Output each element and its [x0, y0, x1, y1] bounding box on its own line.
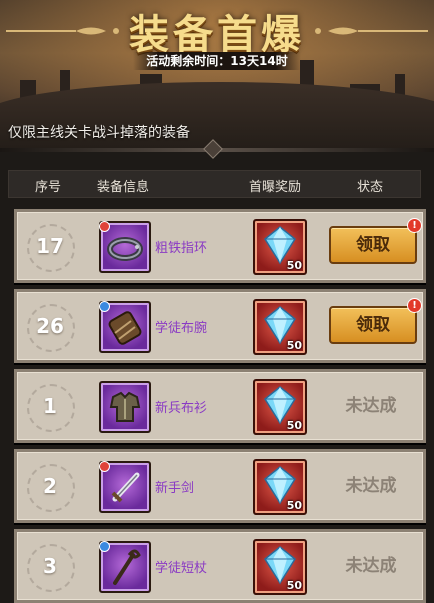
reward-count: 50 [286, 419, 302, 432]
reward-count: 50 [286, 259, 302, 272]
reward-slot[interactable]: 50 [253, 459, 307, 515]
table-row: 3 学徒短杖 50 未达成 [14, 529, 426, 603]
status-incomplete: 未达成 [345, 396, 397, 416]
reward-slot[interactable]: 50 [253, 219, 307, 275]
item-name: 学徒短杖 [155, 561, 208, 576]
alert-badge: ! [407, 218, 422, 233]
reward-count: 50 [286, 579, 302, 592]
reward-count: 50 [286, 499, 302, 512]
table-header: 序号 装备信息 首曝奖励 状态 [8, 170, 421, 198]
reward-count: 50 [286, 339, 302, 352]
row-index: 3 [43, 554, 57, 578]
reward-slot[interactable]: 50 [253, 539, 307, 595]
item-name: 新手剑 [155, 481, 195, 496]
timer-value: 13天14时 [230, 54, 288, 68]
event-banner: 装备首爆 活动剩余时间：13天14时 仅限主线关卡战斗掉落的装备 [0, 0, 434, 152]
row-index: 26 [36, 314, 64, 338]
reward-slot[interactable]: 50 [253, 299, 307, 355]
sword-icon[interactable] [99, 461, 151, 513]
item-name: 新兵布衫 [155, 401, 208, 416]
staff-icon[interactable] [99, 541, 151, 593]
row-index: 17 [36, 234, 64, 258]
reward-slot[interactable]: 50 [253, 379, 307, 435]
ring-icon[interactable] [99, 221, 151, 273]
header-status: 状态 [357, 180, 384, 195]
claim-button[interactable]: 领取 [329, 306, 417, 344]
armor-icon[interactable] [99, 381, 151, 433]
table-row: 26 学徒布腕 50 领取 ! [14, 289, 426, 363]
table-row: 17 粗铁指环 50 领取 ! [14, 209, 426, 283]
header-item-info: 装备信息 [97, 180, 150, 195]
header-reward: 首曝奖励 [249, 180, 302, 195]
item-name: 粗铁指环 [155, 241, 208, 256]
bracer-icon[interactable] [99, 301, 151, 353]
timer-label: 活动剩余时间： [146, 54, 231, 68]
alert-badge: ! [407, 298, 422, 313]
row-index: 2 [43, 474, 57, 498]
status-incomplete: 未达成 [345, 556, 397, 576]
status-incomplete: 未达成 [345, 476, 397, 496]
event-subtitle: 仅限主线关卡战斗掉落的装备 [8, 125, 190, 141]
table-row: 2 新手剑 50 未达成 [14, 449, 426, 523]
row-index: 1 [43, 394, 57, 418]
claim-button[interactable]: 领取 [329, 226, 417, 264]
table-row: 1 新兵布衫 50 未达成 [14, 369, 426, 443]
event-timer: 活动剩余时间：13天14时 [133, 52, 301, 70]
header-index: 序号 [35, 180, 62, 195]
item-name: 学徒布腕 [155, 321, 208, 336]
